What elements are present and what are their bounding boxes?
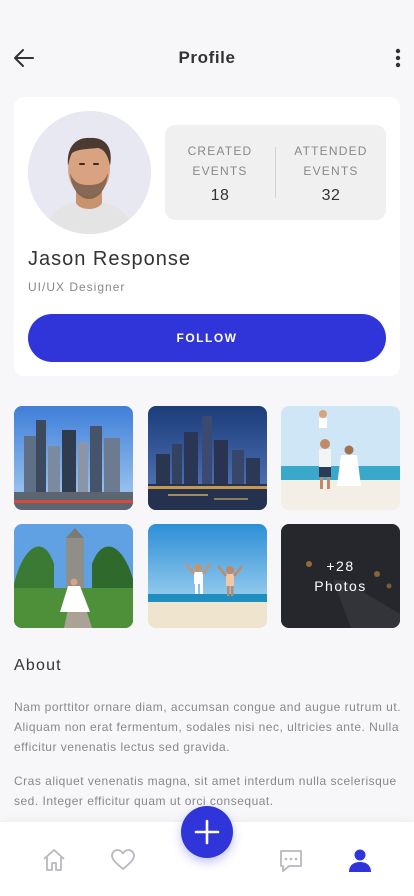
profile-role: UI/UX Designer [28,280,126,294]
header: Profile [0,40,414,76]
stats-panel: CREATED EVENTS 18 ATTENDED EVENTS 32 [165,125,386,220]
stat-label: CREATED [187,144,253,158]
user-icon[interactable] [346,846,374,874]
page-title: Profile [178,48,236,67]
more-photos-label: Photos [314,578,367,594]
stat-value: 32 [321,187,341,204]
about-title: About [14,657,62,674]
attended-events-stat[interactable]: ATTENDED EVENTS 32 [276,125,386,220]
photo-night-city[interactable] [148,406,267,510]
photo-beach-family[interactable] [281,406,400,510]
add-icon [194,819,220,845]
photo-garden-bride[interactable] [14,524,133,628]
add-button[interactable] [181,806,233,858]
follow-button[interactable]: FOLLOW [28,314,386,362]
created-events-stat[interactable]: CREATED EVENTS 18 [165,125,275,220]
photo-beach-jump[interactable] [148,524,267,628]
stat-value: 18 [210,187,230,204]
photo-more[interactable]: +28 Photos [281,524,400,628]
more-photos-overlay: +28 Photos [281,524,400,628]
avatar[interactable] [28,111,151,234]
home-icon[interactable] [40,846,68,874]
stat-label: EVENTS [192,164,248,178]
chat-icon[interactable] [277,846,305,874]
more-photos-count: +28 [326,558,355,574]
stat-label: ATTENDED [294,144,368,158]
about-paragraph: Cras aliquet venenatis magna, sit amet i… [14,774,397,808]
heart-icon[interactable] [109,846,137,874]
photo-city-skyline[interactable] [14,406,133,510]
more-vertical-icon[interactable] [392,46,404,70]
about-paragraph: Nam porttitor ornare diam, accumsan cong… [14,700,402,754]
stat-label: EVENTS [303,164,359,178]
profile-name: Jason Response [28,248,191,270]
profile-card: CREATED EVENTS 18 ATTENDED EVENTS 32 Jas… [14,97,400,376]
